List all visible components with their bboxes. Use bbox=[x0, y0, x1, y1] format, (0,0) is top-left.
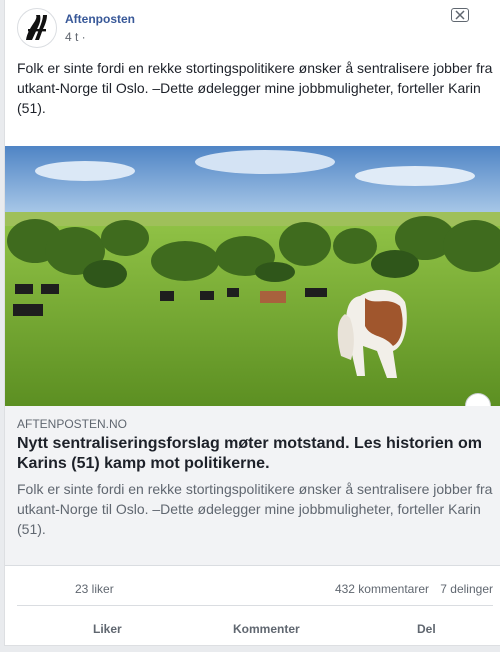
page-name-link[interactable]: Aftenposten bbox=[65, 12, 135, 26]
comment-button[interactable]: Kommenter bbox=[233, 622, 300, 636]
link-preview[interactable]: AFTENPOSTEN.NO Nytt sentraliseringsforsl… bbox=[5, 406, 500, 566]
engagement-stats: 23 liker 432 kommentarer 7 delinger bbox=[17, 574, 493, 606]
close-x-icon bbox=[455, 10, 465, 20]
cows-pasture-photo bbox=[5, 146, 500, 406]
close-icon[interactable] bbox=[451, 8, 469, 22]
like-button[interactable]: Liker bbox=[93, 622, 122, 636]
post-timestamp[interactable]: 4 t · bbox=[65, 30, 86, 44]
post-text: Folk er sinte fordi en rekke stortingspo… bbox=[17, 60, 493, 116]
link-title[interactable]: Nytt sentraliseringsforslag møter motsta… bbox=[17, 434, 493, 474]
post-actions: Liker Kommenter Del bbox=[17, 612, 493, 642]
page-avatar[interactable] bbox=[17, 8, 57, 48]
share-button[interactable]: Del bbox=[417, 622, 436, 636]
shares-count[interactable]: 7 delinger bbox=[440, 582, 493, 596]
comments-count[interactable]: 432 kommentarer bbox=[335, 582, 429, 596]
link-preview-image[interactable] bbox=[5, 146, 500, 406]
post-card: Aftenposten 4 t · Folk er sinte fordi en… bbox=[4, 0, 500, 646]
likes-count[interactable]: 23 liker bbox=[75, 582, 114, 596]
link-domain: AFTENPOSTEN.NO bbox=[17, 417, 128, 431]
link-description: Folk er sinte fordi en rekke stortingspo… bbox=[17, 481, 493, 537]
aftenposten-logo-icon bbox=[26, 15, 47, 40]
